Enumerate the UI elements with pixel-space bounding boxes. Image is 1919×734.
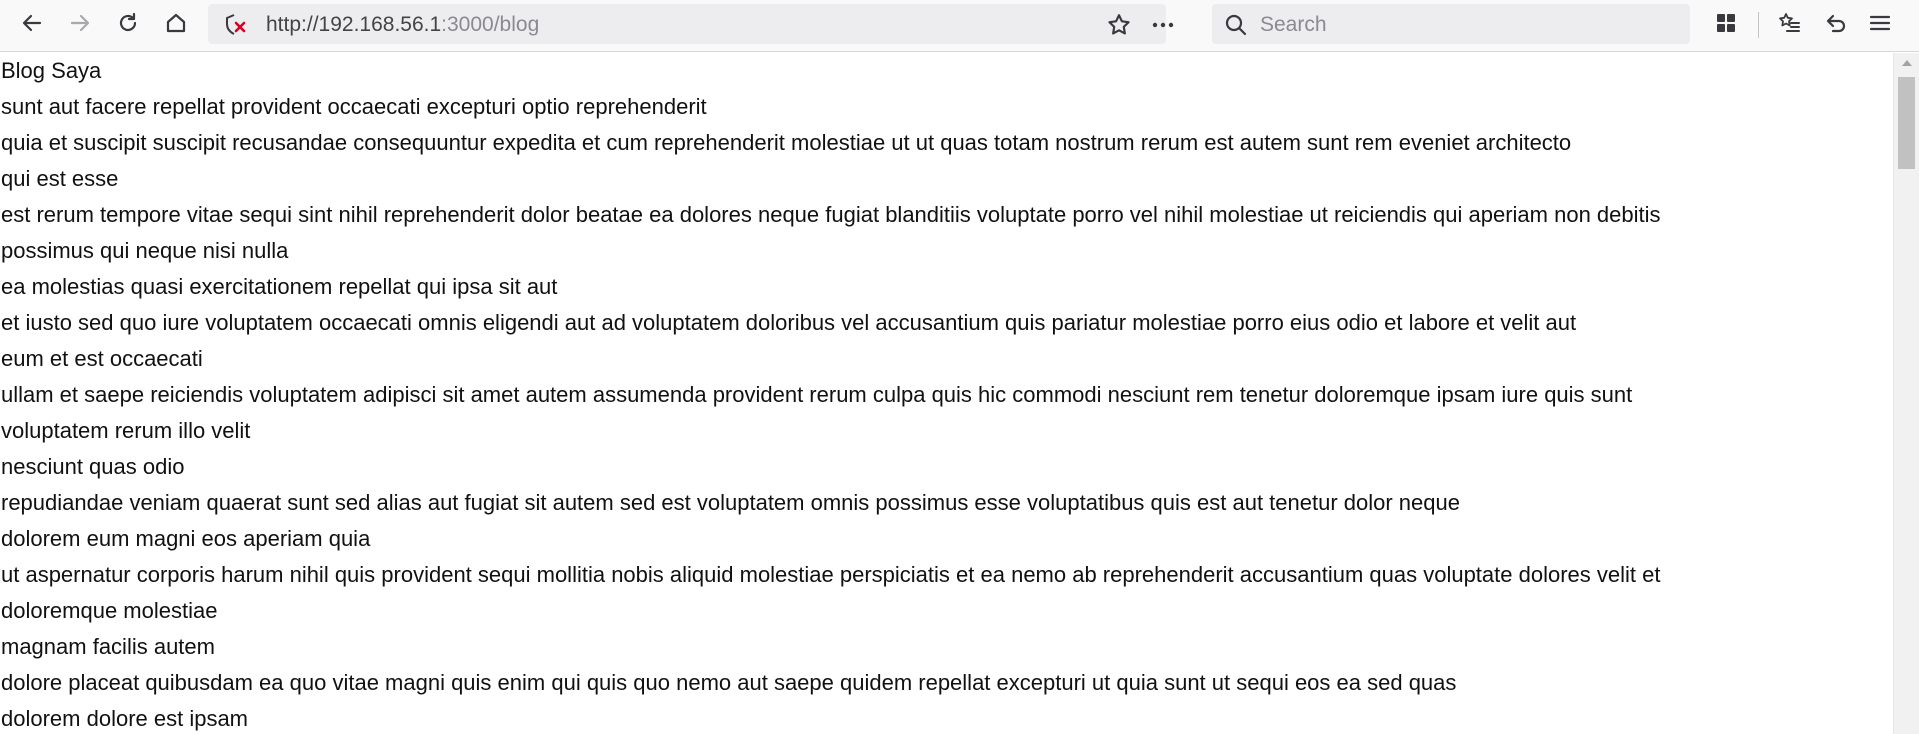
blog-line: nesciunt quas odio [1,454,185,479]
bookmarks-menu-button[interactable] [1772,8,1808,38]
more-icon[interactable] [1148,12,1178,38]
url-path: :3000/blog [441,13,540,36]
blog-line: dolore placeat quibusdam ea quo vitae ma… [1,670,1457,695]
forward-button[interactable] [62,8,98,38]
main-menu-button[interactable] [1862,8,1898,38]
blog-line: voluptatem rerum illo velit [1,418,251,443]
blog-line: quia et suscipit suscipit recusandae con… [1,130,1572,155]
blog-line: possimus qui neque nisi nulla [1,238,289,263]
blog-line: ullam et saepe reiciendis voluptatem adi… [1,382,1633,407]
blog-line: eum et est occaecati [1,346,203,371]
blog-line: dolorem eum magni eos aperiam quia [1,526,371,551]
undo-button[interactable] [1818,8,1854,38]
url-host: http://192.168.56.1 [266,13,442,36]
vertical-scrollbar[interactable] [1893,53,1919,734]
library-button[interactable] [1708,8,1744,38]
library-icon [1717,14,1735,32]
undo-icon [1826,14,1846,33]
scroll-up-arrow-icon[interactable] [1894,53,1919,73]
page-content: Blog Saya sunt aut facere repellat provi… [0,53,1893,734]
blog-line: magnam facilis autem [1,634,215,659]
search-icon [1224,13,1248,37]
insecure-connection-icon[interactable] [224,13,248,35]
blog-line: est rerum tempore vitae sequi sint nihil… [1,202,1661,227]
star-icon[interactable] [1106,12,1132,38]
back-arrow-icon [22,14,42,32]
browser-toolbar: http://192.168.56.1:3000/blog Search [0,0,1919,52]
search-bar[interactable]: Search [1212,4,1690,44]
home-icon [166,13,186,33]
page-title: Blog Saya [1,58,102,83]
blog-line: repudiandae veniam quaerat sunt sed alia… [1,490,1460,515]
address-bar[interactable]: http://192.168.56.1:3000/blog [208,4,1174,44]
blog-line: sunt aut facere repellat provident occae… [1,94,707,119]
forward-arrow-icon [70,14,90,32]
search-input[interactable]: Search [1260,13,1327,37]
reload-icon [119,12,137,32]
scrollbar-thumb[interactable] [1898,77,1915,169]
blog-line: dolorem dolore est ipsam [1,706,249,731]
url-text[interactable]: http://192.168.56.1:3000/blog [266,13,539,37]
blog-line: ut aspernatur corporis harum nihil quis … [1,562,1661,587]
blog-line: doloremque molestiae [1,598,218,623]
bookmarks-icon [1779,13,1800,32]
hamburger-menu-icon [1869,15,1891,31]
toolbar-separator [1758,12,1759,38]
blog-line: et iusto sed quo iure voluptatem occaeca… [1,310,1577,335]
blog-line: ea molestias quasi exercitationem repell… [1,274,558,299]
back-button[interactable] [14,8,50,38]
blog-line: qui est esse [1,166,119,191]
reload-button[interactable] [110,8,146,38]
home-button[interactable] [158,8,194,38]
